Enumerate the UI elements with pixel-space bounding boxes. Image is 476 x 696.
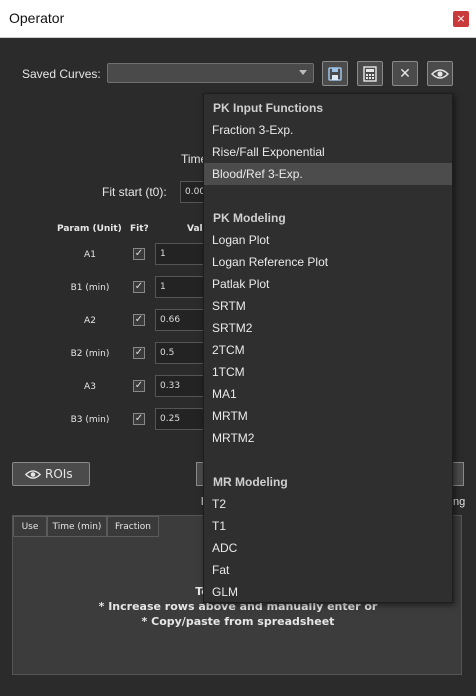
rois-button[interactable]: ROIs [12, 462, 90, 486]
save-curve-button[interactable] [322, 61, 348, 86]
fit-checkbox[interactable]: ✓ [133, 314, 145, 326]
menu-item[interactable]: MRTM [204, 405, 452, 427]
menu-item[interactable]: SRTM2 [204, 317, 452, 339]
menu-item[interactable]: T1 [204, 515, 452, 537]
menu-item[interactable]: SRTM [204, 295, 452, 317]
model-dropdown-menu[interactable]: PK Input Functions Fraction 3-Exp. Rise/… [203, 93, 453, 603]
menu-section-pk-input: PK Input Functions [213, 101, 323, 115]
eye-icon [25, 469, 41, 479]
param-value-input[interactable]: 0.33 [155, 375, 207, 397]
param-value-input[interactable]: 0.25 [155, 408, 207, 430]
column-header-time[interactable]: Time (min) [47, 516, 107, 537]
table-placeholder-line: * Copy/paste from spreadsheet [141, 615, 335, 628]
menu-item[interactable]: T2 [204, 493, 452, 515]
param-value-input[interactable]: 0.66 [155, 309, 207, 331]
view-button[interactable] [427, 61, 453, 86]
rois-label: ROIs [45, 467, 73, 481]
fit-start-label: Fit start (t0): [102, 185, 167, 199]
menu-item[interactable]: GLM [204, 581, 452, 603]
calculator-button[interactable] [357, 61, 383, 86]
param-name: A3 [84, 382, 96, 392]
menu-item[interactable]: 1TCM [204, 361, 452, 383]
param-unit-header: Param (Unit) [57, 224, 122, 234]
menu-item[interactable]: 2TCM [204, 339, 452, 361]
param-value-input[interactable]: 1 [155, 276, 207, 298]
param-name: B2 (min) [70, 349, 110, 359]
title-bar: Operator × [0, 0, 476, 38]
fit-checkbox[interactable]: ✓ [133, 347, 145, 359]
menu-section-mr-modeling: MR Modeling [213, 475, 288, 489]
eye-icon [431, 68, 449, 79]
param-value-input[interactable]: 0.5 [155, 342, 207, 364]
fit-checkbox[interactable]: ✓ [133, 380, 145, 392]
fit-checkbox[interactable]: ✓ [133, 281, 145, 293]
menu-item-highlighted[interactable]: Blood/Ref 3-Exp. [204, 163, 452, 185]
menu-item[interactable]: ADC [204, 537, 452, 559]
menu-item[interactable]: Rise/Fall Exponential [204, 141, 452, 163]
menu-item[interactable]: MA1 [204, 383, 452, 405]
menu-item[interactable]: Patlak Plot [204, 273, 452, 295]
column-header-use[interactable]: Use [13, 516, 47, 537]
menu-item[interactable]: Logan Reference Plot [204, 251, 452, 273]
obscured-button-right[interactable] [452, 462, 464, 486]
save-icon [328, 66, 342, 81]
param-value-input[interactable]: 1 [155, 243, 207, 265]
window-close-button[interactable]: × [453, 11, 469, 27]
obscured-label-right: ng [453, 496, 466, 508]
column-header-fraction[interactable]: Fraction [107, 516, 159, 537]
calculator-icon [363, 65, 377, 82]
fit-checkbox[interactable]: ✓ [133, 248, 145, 260]
chevron-down-icon [299, 70, 307, 75]
saved-curves-combo[interactable] [107, 63, 314, 83]
menu-item[interactable]: MRTM2 [204, 427, 452, 449]
clear-button[interactable]: ✕ [392, 61, 418, 86]
param-name: B1 (min) [70, 283, 110, 293]
menu-item[interactable]: Fat [204, 559, 452, 581]
menu-section-pk-modeling: PK Modeling [213, 211, 286, 225]
saved-curves-label: Saved Curves: [22, 67, 101, 81]
table-header: Use Time (min) Fraction [13, 516, 159, 537]
param-name: B3 (min) [70, 415, 110, 425]
menu-item[interactable]: Logan Plot [204, 229, 452, 251]
fit-checkbox[interactable]: ✓ [133, 413, 145, 425]
close-icon: ✕ [399, 65, 411, 82]
param-name: A2 [84, 316, 96, 326]
fit-header: Fit? [130, 224, 149, 234]
menu-item[interactable]: Fraction 3-Exp. [204, 119, 452, 141]
param-name: A1 [84, 250, 96, 260]
window-title: Operator [9, 10, 65, 26]
